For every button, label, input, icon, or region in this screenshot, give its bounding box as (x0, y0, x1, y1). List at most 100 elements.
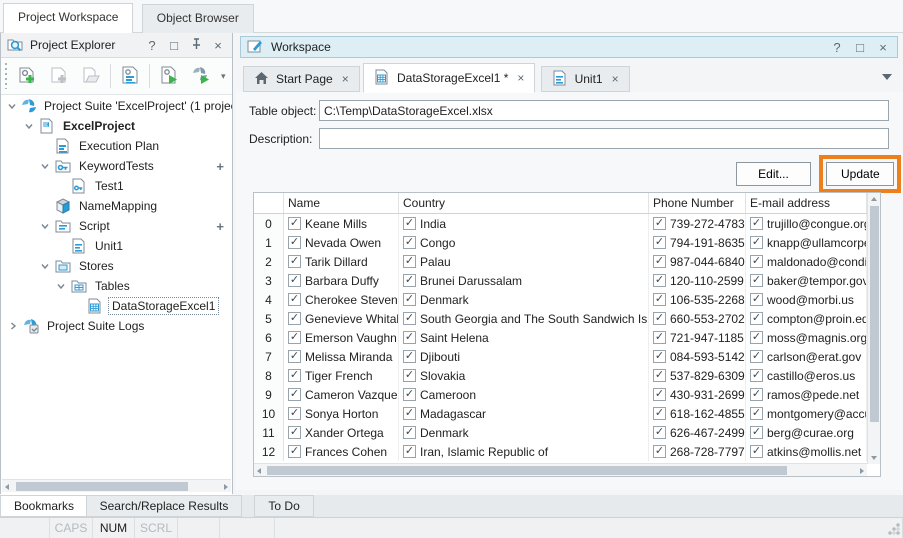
tree-item-datastorageexcel1[interactable]: DataStorageExcel1 (1, 296, 232, 316)
grid-horizontal-scrollbar[interactable] (254, 463, 867, 476)
checkbox-checked[interactable]: ✓ (750, 445, 763, 458)
checkbox-checked[interactable]: ✓ (750, 331, 763, 344)
chevron-expanded-icon[interactable] (7, 101, 17, 111)
checkbox-checked[interactable]: ✓ (288, 236, 301, 249)
execution-plan-button[interactable] (115, 61, 145, 91)
checkbox-checked[interactable]: ✓ (288, 388, 301, 401)
close-tab-icon[interactable]: × (612, 72, 619, 86)
checkbox-checked[interactable]: ✓ (288, 293, 301, 306)
checkbox-checked[interactable]: ✓ (750, 312, 763, 325)
tree-horizontal-scrollbar[interactable] (2, 479, 231, 492)
main-tab-object-browser[interactable]: Object Browser (142, 4, 254, 33)
add-project-button[interactable] (12, 61, 42, 91)
checkbox-checked[interactable]: ✓ (403, 350, 416, 363)
checkbox-checked[interactable]: ✓ (288, 369, 301, 382)
close-tab-icon[interactable]: × (342, 72, 349, 86)
bottom-tab-to-do[interactable]: To Do (254, 495, 313, 517)
table-object-input[interactable] (319, 100, 889, 121)
checkbox-checked[interactable]: ✓ (750, 293, 763, 306)
checkbox-checked[interactable]: ✓ (288, 255, 301, 268)
grid-column-header-rownum[interactable] (254, 193, 284, 213)
chevron-collapsed-icon[interactable] (7, 321, 19, 331)
checkbox-checked[interactable]: ✓ (403, 407, 416, 420)
checkbox-checked[interactable]: ✓ (403, 236, 416, 249)
checkbox-checked[interactable]: ✓ (653, 426, 666, 439)
grid-column-header-name[interactable]: Name (284, 193, 399, 213)
tree-item-script[interactable]: Script+ (1, 216, 232, 236)
checkbox-checked[interactable]: ✓ (653, 350, 666, 363)
tree-item-namemapping[interactable]: NameMapping (1, 196, 232, 216)
checkbox-checked[interactable]: ✓ (288, 274, 301, 287)
checkbox-checked[interactable]: ✓ (750, 350, 763, 363)
maximize-icon[interactable]: □ (166, 38, 182, 53)
checkbox-checked[interactable]: ✓ (288, 407, 301, 420)
tree-item-tables[interactable]: Tables (1, 276, 232, 296)
add-item-button[interactable]: + (216, 219, 224, 234)
checkbox-checked[interactable]: ✓ (403, 369, 416, 382)
grid-column-header-phone-number[interactable]: Phone Number (649, 193, 746, 213)
doc-tab-unit1[interactable]: Unit1× (541, 66, 630, 92)
grid-column-header-country[interactable]: Country (399, 193, 649, 213)
checkbox-checked[interactable]: ✓ (653, 255, 666, 268)
tree-item-unit1[interactable]: Unit1 (1, 236, 232, 256)
tree-item-project-suite-excelproject-1-project-[interactable]: Project Suite 'ExcelProject' (1 project) (1, 96, 232, 116)
tree-item-keywordtests[interactable]: KeywordTests+ (1, 156, 232, 176)
checkbox-checked[interactable]: ✓ (653, 445, 666, 458)
checkbox-checked[interactable]: ✓ (403, 293, 416, 306)
chevron-expanded-icon[interactable] (39, 221, 51, 231)
checkbox-checked[interactable]: ✓ (653, 312, 666, 325)
run-project-button[interactable] (154, 61, 184, 91)
checkbox-checked[interactable]: ✓ (653, 407, 666, 420)
chevron-expanded-icon[interactable] (55, 281, 67, 291)
checkbox-checked[interactable]: ✓ (653, 293, 666, 306)
maximize-icon[interactable]: □ (852, 40, 868, 55)
grid-column-header-e-mail-address[interactable]: E-mail address (746, 193, 867, 213)
checkbox-checked[interactable]: ✓ (653, 217, 666, 230)
checkbox-checked[interactable]: ✓ (750, 236, 763, 249)
description-input[interactable] (319, 128, 889, 149)
checkbox-checked[interactable]: ✓ (750, 388, 763, 401)
close-icon[interactable]: × (210, 38, 226, 53)
grid-vertical-scrollbar[interactable] (867, 193, 880, 464)
checkbox-checked[interactable]: ✓ (750, 255, 763, 268)
tab-list-dropdown-icon[interactable] (882, 74, 892, 80)
run-options-dropdown-icon[interactable]: ▾ (218, 71, 229, 82)
checkbox-checked[interactable]: ✓ (403, 255, 416, 268)
tree-item-project-suite-logs[interactable]: Project Suite Logs (1, 316, 232, 336)
checkbox-checked[interactable]: ✓ (750, 426, 763, 439)
toolbar-drag-handle[interactable] (3, 63, 8, 89)
checkbox-checked[interactable]: ✓ (403, 274, 416, 287)
add-item-button[interactable]: + (216, 159, 224, 174)
checkbox-checked[interactable]: ✓ (653, 236, 666, 249)
checkbox-checked[interactable]: ✓ (288, 312, 301, 325)
tree-item-execution-plan[interactable]: Execution Plan (1, 136, 232, 156)
checkbox-checked[interactable]: ✓ (403, 445, 416, 458)
checkbox-checked[interactable]: ✓ (403, 312, 416, 325)
help-icon[interactable]: ? (829, 40, 845, 55)
checkbox-checked[interactable]: ✓ (750, 274, 763, 287)
resize-grip[interactable] (888, 523, 900, 535)
close-icon[interactable]: × (875, 40, 891, 55)
checkbox-checked[interactable]: ✓ (750, 369, 763, 382)
bottom-tab-search-replace-results[interactable]: Search/Replace Results (86, 495, 243, 517)
help-icon[interactable]: ? (144, 38, 160, 53)
checkbox-checked[interactable]: ✓ (750, 407, 763, 420)
tree-item-excelproject[interactable]: ExcelProject (1, 116, 232, 136)
checkbox-checked[interactable]: ✓ (403, 426, 416, 439)
bottom-tab-bookmarks[interactable]: Bookmarks (0, 495, 88, 517)
checkbox-checked[interactable]: ✓ (288, 350, 301, 363)
checkbox-checked[interactable]: ✓ (653, 331, 666, 344)
checkbox-checked[interactable]: ✓ (750, 217, 763, 230)
chevron-expanded-icon[interactable] (39, 161, 51, 171)
run-project-suite-button[interactable] (186, 61, 216, 91)
checkbox-checked[interactable]: ✓ (653, 274, 666, 287)
checkbox-checked[interactable]: ✓ (288, 331, 301, 344)
tree-item-stores[interactable]: Stores (1, 256, 232, 276)
pin-icon[interactable] (188, 38, 204, 53)
checkbox-checked[interactable]: ✓ (288, 445, 301, 458)
checkbox-checked[interactable]: ✓ (653, 369, 666, 382)
close-tab-icon[interactable]: × (517, 71, 524, 85)
main-tab-project-workspace[interactable]: Project Workspace (3, 3, 133, 33)
doc-tab-datastorageexcel1-[interactable]: DataStorageExcel1 *× (363, 63, 535, 93)
checkbox-checked[interactable]: ✓ (288, 426, 301, 439)
